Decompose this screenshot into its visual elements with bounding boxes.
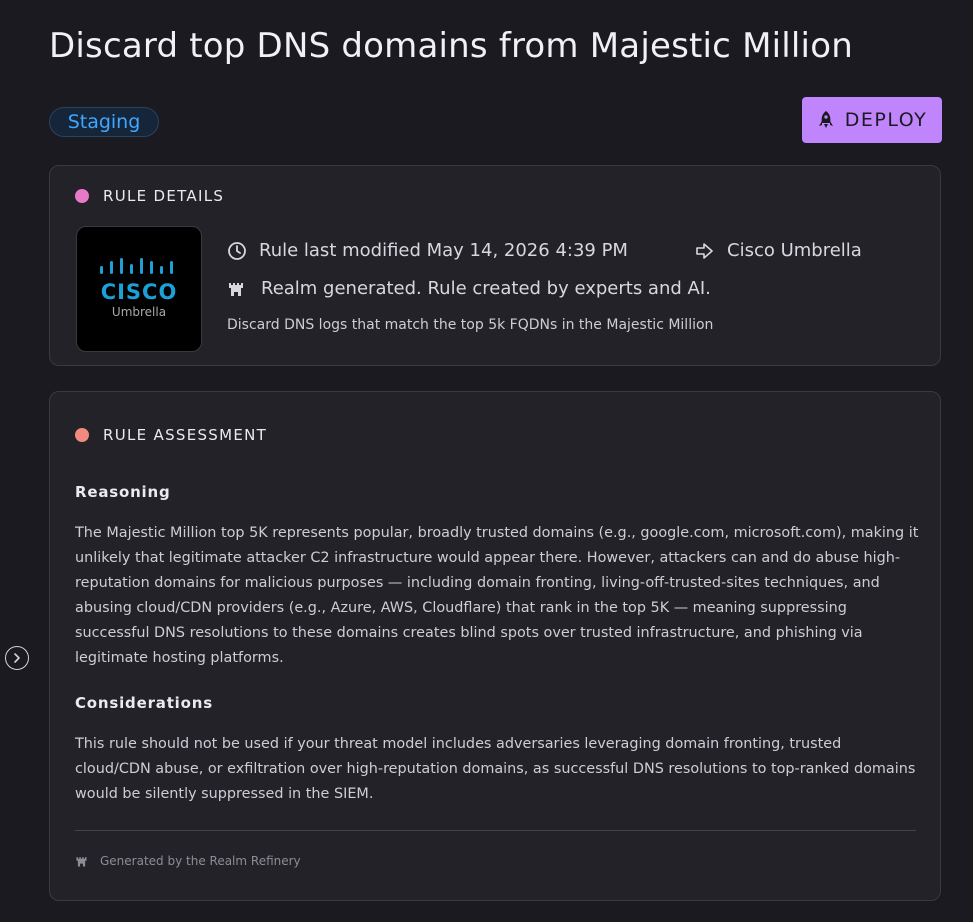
rule-details-heading: RULE DETAILS [75,187,224,205]
reasoning-text: The Majestic Million top 5K represents p… [75,525,919,666]
sidebar-toggle-button[interactable] [5,646,29,670]
reasoning-heading: Reasoning [75,483,171,501]
page-title: Discard top DNS domains from Majestic Mi… [49,26,853,66]
source-row: Cisco Umbrella [695,240,862,261]
considerations-heading: Considerations [75,694,213,712]
modified-row: Rule last modified May 14, 2026 4:39 PM [227,240,628,261]
rule-assessment-title: RULE ASSESSMENT [103,426,268,444]
cisco-bars-icon [100,258,173,274]
rule-details-title: RULE DETAILS [103,187,225,205]
source-text: Cisco Umbrella [727,240,862,261]
origin-text: Realm generated. Rule created by experts… [261,278,711,299]
deploy-button[interactable]: DEPLOY [802,97,942,143]
clock-icon [227,241,247,261]
cisco-umbrella-logo: CISCO Umbrella [76,226,202,352]
origin-row: Realm generated. Rule created by experts… [227,278,711,299]
rule-details-card: RULE DETAILS CISCO Umbrella Rule last mo… [49,165,941,366]
logo-brand: CISCO [100,280,178,304]
rule-assessment-heading: RULE ASSESSMENT [75,426,267,444]
arrow-right-icon [695,241,715,261]
considerations-text: This rule should not be used if your thr… [75,736,916,802]
footer: Generated by the Realm Refinery [75,854,301,868]
rocket-icon [817,110,835,130]
status-dot [75,428,89,442]
deploy-button-label: DEPLOY [844,109,928,131]
status-badge: Staging [49,107,159,137]
castle-icon [227,280,245,298]
chevron-right-icon [12,652,22,664]
footer-text: Generated by the Realm Refinery [100,854,301,868]
status-dot [75,189,89,203]
divider [75,830,916,831]
rule-assessment-card: RULE ASSESSMENT Reasoning The Majestic M… [49,391,941,901]
logo-product: Umbrella [111,305,167,319]
rule-description: Discard DNS logs that match the top 5k F… [227,317,714,333]
modified-text: Rule last modified May 14, 2026 4:39 PM [259,240,628,261]
castle-icon [75,855,88,868]
